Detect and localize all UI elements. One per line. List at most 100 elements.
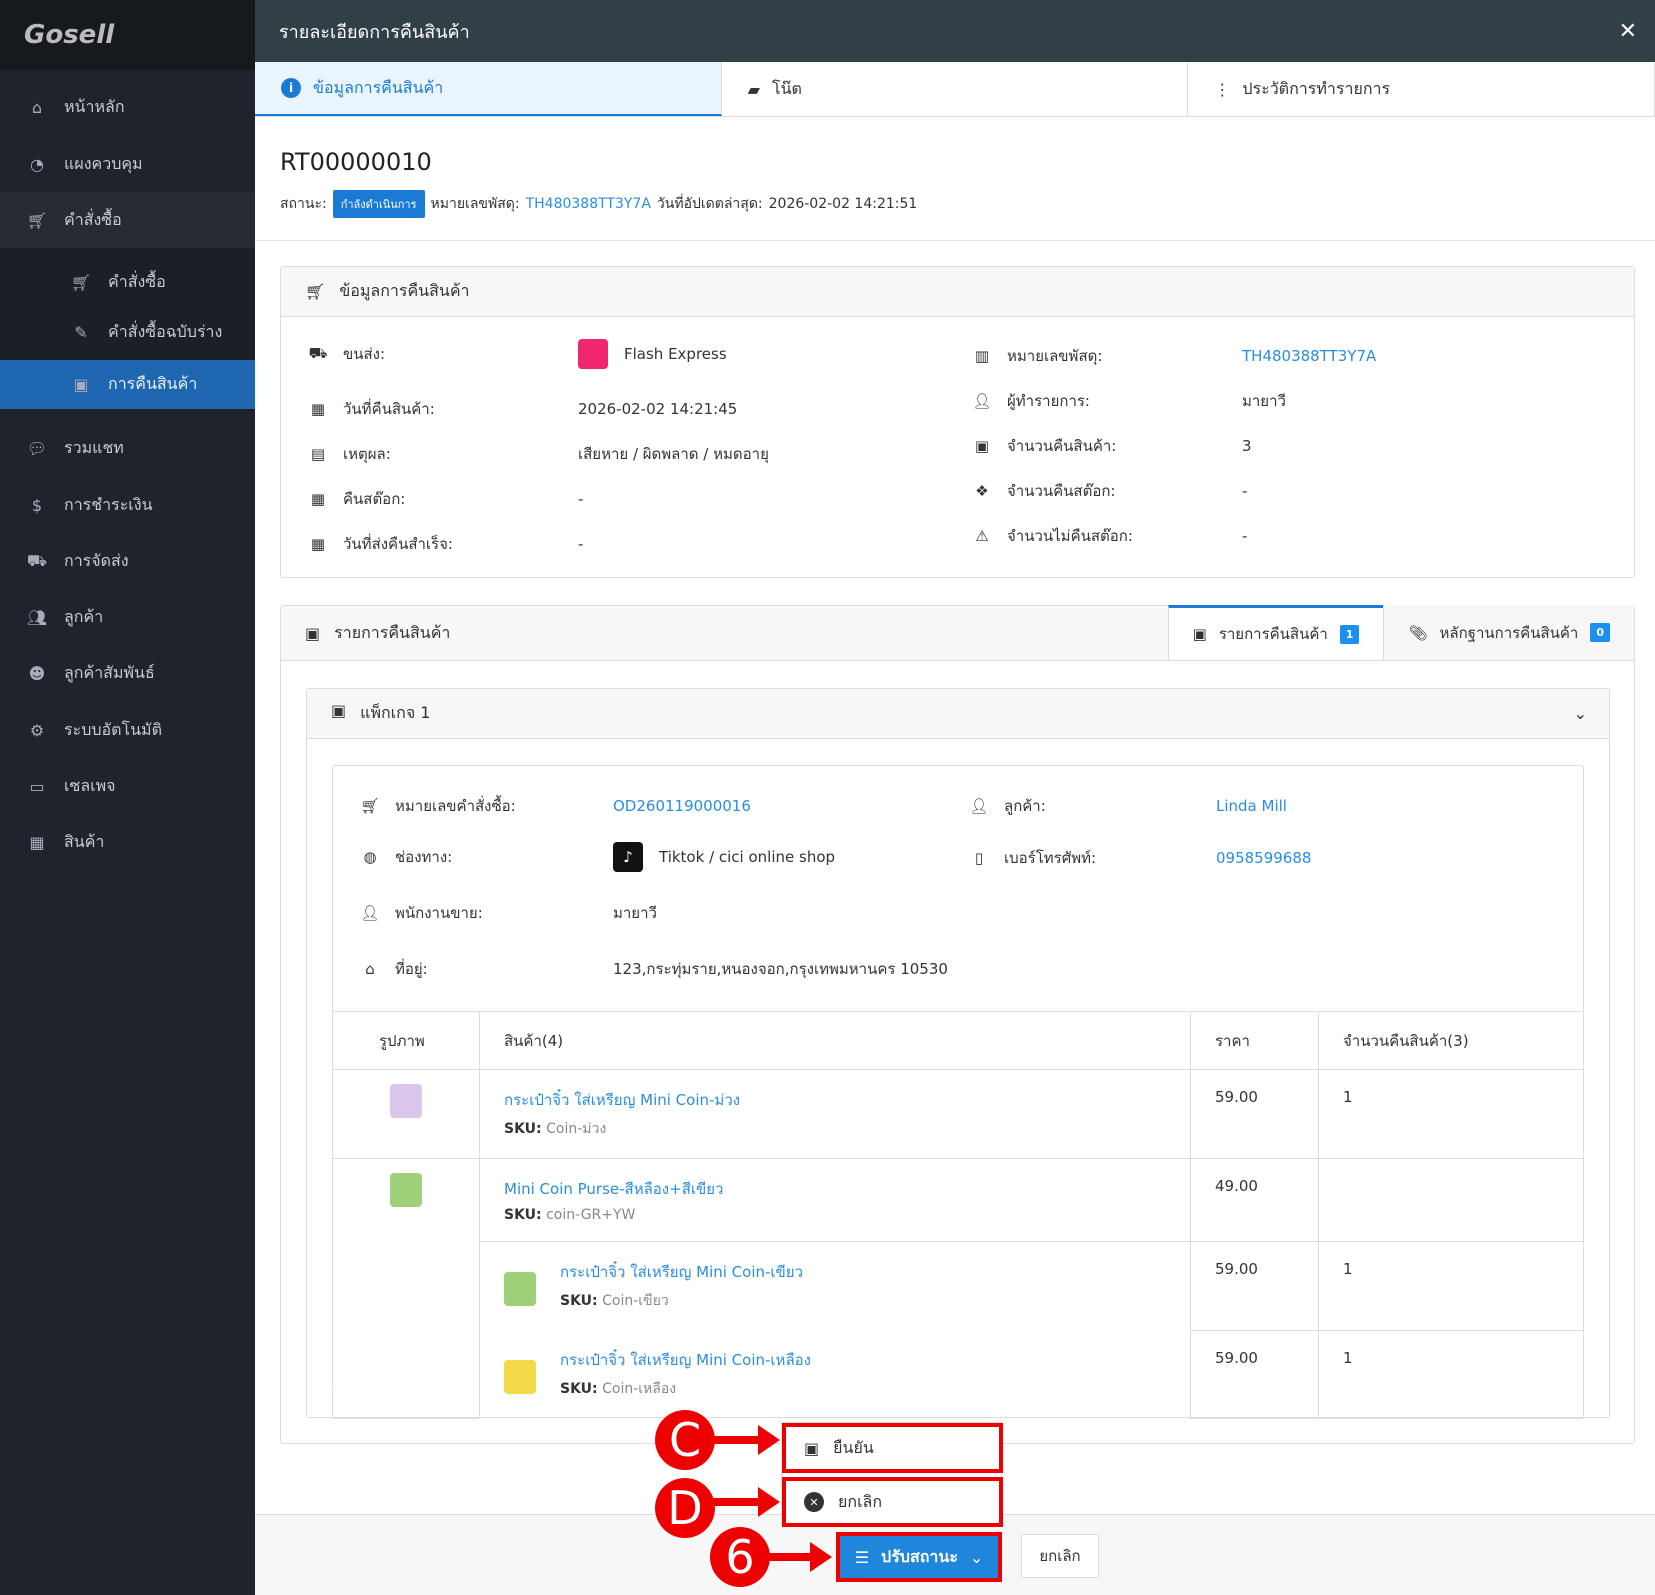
value: Tiktok / cici online shop <box>659 848 836 866</box>
qty: 1 <box>1318 1241 1584 1331</box>
items-tabs: ▣ รายการคืนสินค้า 1 📎︎ หลักฐานการคืนสินค้า 0 <box>1167 605 1634 660</box>
chevron-down-icon[interactable]: ⌄ <box>1574 704 1587 723</box>
tab-bar: i ข้อมูลการคืนสินค้า ▰ โน๊ต ⋮ ประวัติการทำร… <box>255 62 1655 117</box>
cart-icon: 🛒︎ <box>305 282 326 301</box>
modal-header: รายละเอียดการคืนสินค้า ✕ <box>255 0 1655 62</box>
label: การจัดส่ง <box>64 550 129 570</box>
sidebar-item-dashboard[interactable]: ◔ แผงควบคุม <box>0 137 255 191</box>
status-badge: กำลังดำเนินการ <box>332 190 425 218</box>
sidebar-item-chat[interactable]: 💬︎ รวมแชท <box>0 421 255 475</box>
tab-label: หลักฐานการคืนสินค้า <box>1439 623 1579 642</box>
globe-icon: ◍ <box>363 848 377 866</box>
house-icon: ⌂ <box>365 960 375 978</box>
tab-history[interactable]: ⋮ ประวัติการทำรายการ <box>1188 62 1655 116</box>
sidebar-item-automation[interactable]: ⚙ ระบบอัตโนมัติ <box>0 703 255 757</box>
return-icon: ▣ <box>974 437 990 455</box>
package-title: แพ็กเกจ 1 <box>360 703 431 722</box>
tab-return-evidence[interactable]: 📎︎ หลักฐานการคืนสินค้า 0 <box>1383 605 1634 660</box>
sku-value: coin-GR+YW <box>546 1207 636 1223</box>
sidebar-item-shipping[interactable]: ⛟ การจัดส่ง <box>0 534 255 588</box>
label: ลูกค้า <box>64 606 104 626</box>
tab-label: รายการคืนสินค้า <box>1218 625 1328 643</box>
calendar-check-icon: ▦ <box>310 490 326 508</box>
phone-link[interactable]: 0958599688 <box>1216 849 1311 867</box>
product-link[interactable]: กระเป๋าจิ๋ว ใส่เหรียญ Mini Coin-เหลือง <box>560 1348 811 1372</box>
sku-label: SKU: <box>560 1381 598 1397</box>
tab-notes[interactable]: ▰ โน๊ต <box>722 62 1189 116</box>
menu-item-cancel[interactable]: ✕ ยกเลิก <box>782 1477 1003 1527</box>
menu-label: ยกเลิก <box>838 1491 883 1511</box>
table-row: กระเป๋าจิ๋ว ใส่เหรียญ Mini Coin-เขียว SKU… <box>333 1241 1584 1331</box>
product-link[interactable]: Mini Coin Purse-สีหลือง+สีเขียว <box>504 1177 1166 1201</box>
history-icon: ⋮ <box>1214 79 1231 99</box>
cart-icon: 🛒︎ <box>360 797 380 815</box>
tab-label: โน๊ต <box>771 78 802 98</box>
tiktok-icon: ♪ <box>613 842 643 872</box>
sidebar-item-home[interactable]: ⌂ หน้าหลัก <box>0 80 255 134</box>
tab-return-items[interactable]: ▣ รายการคืนสินค้า 1 <box>1167 605 1384 660</box>
label: ผู้ทำรายการ: <box>1007 392 1090 410</box>
user-icon: 👤︎ <box>969 797 989 815</box>
value: Flash Express <box>624 345 727 363</box>
return-success-row: ▦ วันที่ส่งคืนสำเร็จ: - <box>307 532 584 556</box>
product-link[interactable]: กระเป๋าจิ๋ว ใส่เหรียญ Mini Coin-ม่วง <box>504 1088 1166 1112</box>
sidebar-item-returns[interactable]: ▣ การคืนสินค้า <box>0 360 255 409</box>
order-panel: 🛒︎ หมายเลขคำสั่งซื้อ: OD260119000016 ◍ ช่อง… <box>332 765 1584 1419</box>
sidebar-item-products[interactable]: ▦ สินค้า <box>0 815 255 869</box>
note-icon: ▰ <box>747 79 760 99</box>
crm-icon: ☻ <box>28 663 46 683</box>
sidebar-item-orders[interactable]: 🛒︎ คำสั่งซื้อ <box>0 192 255 248</box>
tracking-link[interactable]: TH480388TT3Y7A <box>526 196 651 212</box>
boxes-icon: ❖ <box>975 482 989 500</box>
price: 59.00 <box>1190 1241 1319 1331</box>
label: คำสั่งซื้อฉบับร่าง <box>108 321 223 341</box>
checklist-icon: ☰ <box>854 1547 870 1567</box>
tracking-link[interactable]: TH480388TT3Y7A <box>1242 347 1376 365</box>
value: 123,กระทุ่มราย,หนองจอก,กรุงเทพมหานคร 105… <box>613 960 948 978</box>
menu-item-confirm[interactable]: ▣ ยืนยัน <box>782 1423 1003 1473</box>
package-header[interactable]: ▣ แพ็กเกจ 1 ⌄ <box>307 689 1609 739</box>
product-link[interactable]: กระเป๋าจิ๋ว ใส่เหรียญ Mini Coin-เขียว <box>560 1260 803 1284</box>
paperclip-icon: 📎︎ <box>1408 623 1428 642</box>
close-icon[interactable]: ✕ <box>1619 19 1637 44</box>
col-price: ราคา <box>1190 1011 1319 1070</box>
barcode-icon: ▥ <box>974 347 990 365</box>
label: ลูกค้า: <box>1004 797 1046 815</box>
qty: 1 <box>1318 1329 1584 1419</box>
return-id: RT00000010 <box>280 148 432 176</box>
label: วันที่ส่งคืนสำเร็จ: <box>343 535 453 553</box>
sidebar-item-customers[interactable]: 👥︎ ลูกค้า <box>0 590 255 644</box>
label: หมายเลขคำสั่งซื้อ: <box>395 797 516 815</box>
calendar-check-icon: ▦ <box>310 535 326 553</box>
update-status-button[interactable]: ☰ ปรับสถานะ ⌄ <box>836 1532 1002 1582</box>
sku-value: Coin-เขียว <box>602 1293 669 1309</box>
label: วันที่คืนสินค้า: <box>343 400 435 418</box>
qty <box>1318 1158 1584 1242</box>
updated-label: วันที่อัปเดตล่าสุด: <box>656 196 763 212</box>
annotation-marker: 6 <box>710 1527 770 1587</box>
label: ลูกค้าสัมพันธ์ <box>64 662 155 682</box>
tab-return-info[interactable]: i ข้อมูลการคืนสินค้า <box>255 62 722 116</box>
label: แผงควบคุม <box>64 153 143 173</box>
user-icon: 👤︎ <box>972 392 992 410</box>
sidebar-item-crm[interactable]: ☻ ลูกค้าสัมพันธ์ <box>0 646 255 700</box>
sidebar-item-payment[interactable]: $ การชำระเงิน <box>0 478 255 532</box>
customer-link[interactable]: Linda Mill <box>1216 797 1287 815</box>
comment-icon: ▤ <box>310 445 326 463</box>
sidebar-item-salepage[interactable]: ▭ เซลเพจ <box>0 759 255 813</box>
truck-icon: ⛟ <box>308 344 328 362</box>
label: ช่องทาง: <box>395 848 453 866</box>
sidebar-item-orders-sub[interactable]: 🛒︎ คำสั่งซื้อ <box>0 255 255 309</box>
box-check-icon: ▣ <box>804 1438 820 1458</box>
home-icon: ⌂ <box>31 97 43 117</box>
phone-icon: ▯ <box>974 849 984 867</box>
cancel-button[interactable]: ยกเลิก <box>1021 1534 1099 1578</box>
card-title: รายการคืนสินค้า <box>334 622 451 642</box>
return-items-card: ▣ รายการคืนสินค้า ▣ รายการคืนสินค้า 1 📎︎ หลั… <box>280 605 1635 1444</box>
order-link[interactable]: OD260119000016 <box>613 797 751 815</box>
menu-label: ยืนยัน <box>833 1437 874 1457</box>
sidebar-item-draft-orders[interactable]: ✎ คำสั่งซื้อฉบับร่าง <box>0 305 255 359</box>
sales-row: 👤︎ พนักงานขาย: มายาวี <box>359 901 656 925</box>
carrier-row: ⛟ ขนส่ง: Flash Express <box>307 339 727 369</box>
label: หน้าหลัก <box>64 96 125 116</box>
